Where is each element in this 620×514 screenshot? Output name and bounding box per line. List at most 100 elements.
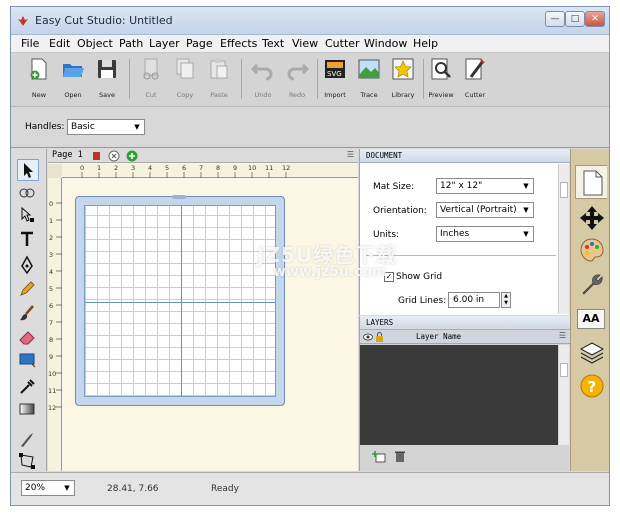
open-button[interactable]: Open [57, 57, 89, 103]
handles-value: Basic [71, 122, 95, 132]
menu-page[interactable]: Page [186, 37, 213, 50]
menu-text[interactable]: Text [262, 37, 284, 50]
weld-tool[interactable] [17, 183, 39, 205]
pencil-tool[interactable] [17, 279, 39, 301]
trace-button[interactable]: Trace [353, 57, 385, 103]
paste-button[interactable]: Paste [203, 57, 235, 103]
copy-button[interactable]: Copy [169, 57, 201, 103]
panel-menu-icon[interactable]: ☰ [559, 331, 566, 340]
brush-icon [20, 305, 34, 321]
menu-cutter[interactable]: Cutter [325, 37, 360, 50]
menu-window[interactable]: Window [364, 37, 407, 50]
preview-button[interactable]: Preview [425, 57, 457, 103]
paste-clipboard-icon [210, 59, 228, 79]
layers-scrollbar[interactable] [558, 345, 569, 445]
open-folder-icon [63, 64, 84, 77]
main-toolbar: New Open Save Cut Copy Paste Undo Redo S… [11, 53, 609, 107]
color-palette-icon[interactable] [579, 237, 605, 263]
help-question-icon[interactable]: ? [579, 373, 605, 399]
zoom-select[interactable]: 20% ▼ [21, 480, 75, 496]
move-arrows-icon[interactable] [579, 205, 605, 231]
select-tool[interactable] [17, 159, 39, 181]
gradient-tool[interactable] [17, 399, 39, 421]
workspace[interactable] [63, 179, 358, 471]
menu-bar: File Edit Object Path Layer Page Effects… [11, 35, 609, 53]
ruler-left-label: 9 [49, 353, 54, 361]
svg-text:?: ? [588, 378, 597, 396]
ruler-left-label: 7 [49, 319, 54, 327]
text-tool[interactable] [17, 229, 39, 251]
panel-menu-icon[interactable]: ☰ [347, 150, 354, 159]
document-panel-tab[interactable] [575, 165, 607, 199]
add-layer-icon[interactable] [372, 451, 386, 463]
knife-tool[interactable] [17, 429, 39, 451]
delete-layer-trash-icon[interactable] [394, 450, 406, 463]
eye-icon[interactable] [363, 333, 373, 341]
shape-tool[interactable] [17, 349, 39, 371]
units-select[interactable]: Inches ▼ [436, 226, 534, 242]
toolbar-separator [317, 59, 318, 99]
transform-tool[interactable] [17, 451, 39, 473]
pen-tool[interactable] [17, 255, 39, 277]
undo-button[interactable]: Undo [247, 57, 279, 103]
import-button[interactable]: SVG Import [319, 57, 351, 103]
new-label: New [31, 91, 47, 99]
node-edit-tool[interactable] [17, 205, 39, 227]
pencil-icon [20, 281, 35, 296]
menu-path[interactable]: Path [119, 37, 143, 50]
close-button[interactable]: ✕ [585, 11, 605, 27]
save-button[interactable]: Save [91, 57, 123, 103]
library-star-icon [392, 58, 414, 80]
layers-column-header: Layer Name ☰ [360, 331, 570, 344]
maximize-button[interactable]: □ [565, 11, 585, 27]
ruler-left: 0 1 2 3 4 5 6 7 8 9 10 11 12 [48, 178, 62, 471]
orientation-select[interactable]: Vertical (Portrait) ▼ [436, 202, 534, 218]
ruler-top: 0 1 2 3 4 5 6 7 8 9 10 11 12 [62, 164, 358, 178]
lock-icon[interactable] [375, 332, 384, 342]
grid-lines-stepper[interactable]: ▲ ▼ [501, 292, 511, 308]
minimize-button[interactable]: — [545, 11, 565, 27]
eraser-tool[interactable] [17, 327, 39, 349]
menu-view[interactable]: View [292, 37, 318, 50]
page-tab-bar: Page 1 ☰ [48, 149, 358, 163]
menu-layer[interactable]: Layer [149, 37, 180, 50]
handles-select[interactable]: Basic ▼ [67, 119, 145, 135]
chevron-down-icon: ▼ [523, 182, 529, 190]
menu-file[interactable]: File [21, 37, 39, 50]
gradient-icon [19, 403, 35, 415]
title-bar: Easy Cut Studio: Untitled — □ ✕ [11, 7, 609, 35]
page-tab-label[interactable]: Page 1 [52, 150, 83, 160]
ruler-left-label: 2 [49, 234, 54, 242]
menu-object[interactable]: Object [77, 37, 113, 50]
library-button[interactable]: Library [387, 57, 419, 103]
cut-button[interactable]: Cut [135, 57, 167, 103]
menu-help[interactable]: Help [413, 37, 438, 50]
redo-button[interactable]: Redo [281, 57, 313, 103]
grid-lines-input[interactable]: 6.00 in [448, 292, 500, 308]
delete-page-icon[interactable] [108, 150, 120, 162]
eyedropper-tool[interactable] [17, 377, 39, 399]
layers-stack-icon[interactable] [579, 339, 605, 365]
brush-tool[interactable] [17, 303, 39, 325]
scroll-thumb[interactable] [560, 363, 568, 377]
scroll-thumb[interactable] [560, 182, 568, 198]
text-style-aa-icon[interactable]: AA [577, 309, 605, 329]
menu-effects[interactable]: Effects [220, 37, 257, 50]
zoom-value: 20% [25, 483, 46, 493]
cutter-button[interactable]: Cutter [459, 57, 491, 103]
preview-magnifier-icon [431, 58, 451, 80]
ruler-top-label: 9 [233, 164, 238, 172]
menu-edit[interactable]: Edit [49, 37, 70, 50]
add-page-icon[interactable] [126, 150, 138, 162]
ruler-left-label: 6 [49, 302, 54, 310]
layers-list[interactable] [360, 345, 558, 445]
units-value: Inches [440, 229, 470, 239]
document-scrollbar[interactable] [558, 164, 569, 314]
cutting-mat[interactable] [75, 195, 285, 406]
new-button[interactable]: New [23, 57, 55, 103]
text-t-icon [21, 231, 33, 246]
wrench-icon[interactable] [579, 271, 605, 297]
mat-size-select[interactable]: 12" x 12" ▼ [436, 178, 534, 194]
library-label: Library [391, 91, 415, 99]
arrow-pointer-icon [24, 163, 33, 178]
